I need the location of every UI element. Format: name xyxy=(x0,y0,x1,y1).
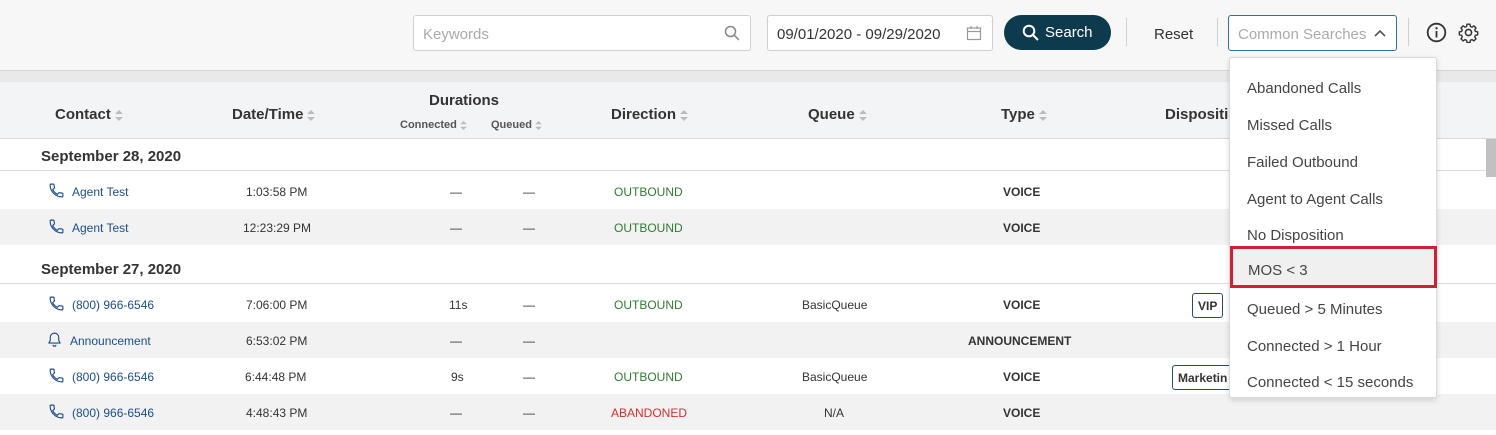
queue-cell: BasicQueue xyxy=(802,370,868,384)
type-cell: VOICE xyxy=(1003,185,1041,199)
header-direction[interactable]: Direction xyxy=(611,106,689,123)
direction-cell: OUTBOUND xyxy=(614,185,683,199)
type-cell: VOICE xyxy=(1003,221,1041,235)
sort-icon xyxy=(460,120,467,130)
chevron-up-icon xyxy=(1374,29,1386,37)
dropdown-item-highlighted[interactable]: MOS < 3 xyxy=(1230,246,1437,288)
header-queue[interactable]: Queue xyxy=(808,106,867,123)
dropdown-item[interactable]: Missed Calls xyxy=(1230,101,1436,137)
dropdown-item[interactable]: No Disposition xyxy=(1230,211,1436,247)
type-cell: ANNOUNCEMENT xyxy=(968,334,1072,348)
calendar-icon[interactable] xyxy=(966,25,982,41)
phone-icon xyxy=(49,219,64,234)
connected-cell: — xyxy=(450,185,462,199)
disposition-badge: VIP xyxy=(1192,293,1224,318)
type-cell: VOICE xyxy=(1003,406,1041,420)
time-cell: 4:48:43 PM xyxy=(246,406,308,420)
contact-link[interactable]: Agent Test xyxy=(49,219,128,235)
phone-icon xyxy=(49,368,64,383)
header-connected[interactable]: Connected xyxy=(400,119,467,131)
connected-cell: — xyxy=(450,221,462,235)
divider xyxy=(1408,18,1409,46)
header-type[interactable]: Type xyxy=(1001,106,1047,123)
common-searches-dropdown: Abandoned Calls Missed Calls Failed Outb… xyxy=(1229,57,1437,398)
table-row[interactable]: (800) 966-6546 4:48:43 PM — — ABANDONED … xyxy=(0,394,1496,430)
date-range-value: 09/01/2020 - 09/29/2020 xyxy=(777,26,941,43)
search-icon xyxy=(724,25,740,41)
info-icon[interactable] xyxy=(1426,22,1447,43)
header-queued[interactable]: Queued xyxy=(491,119,542,131)
divider xyxy=(1126,18,1127,46)
queued-cell: — xyxy=(523,370,535,384)
dropdown-item[interactable]: Failed Outbound xyxy=(1230,138,1436,174)
divider xyxy=(1217,18,1218,46)
time-cell: 7:06:00 PM xyxy=(246,298,308,312)
direction-cell: ABANDONED xyxy=(611,406,688,420)
sort-icon xyxy=(535,120,542,130)
common-searches-select[interactable]: Common Searches xyxy=(1228,15,1397,51)
direction-cell: OUTBOUND xyxy=(614,370,683,384)
sort-icon xyxy=(1038,109,1047,121)
phone-icon xyxy=(49,183,64,198)
queued-cell: — xyxy=(523,185,535,199)
header-disposition[interactable]: Dispositi xyxy=(1165,106,1228,123)
phone-icon xyxy=(49,404,64,419)
time-cell: 1:03:58 PM xyxy=(246,185,308,199)
queued-cell: — xyxy=(523,298,535,312)
gear-icon[interactable] xyxy=(1458,22,1479,43)
time-cell: 12:23:29 PM xyxy=(243,221,312,235)
queued-cell: — xyxy=(523,406,535,420)
dropdown-item[interactable]: Connected > 1 Hour xyxy=(1230,322,1436,358)
keywords-placeholder: Keywords xyxy=(423,26,489,43)
sort-icon xyxy=(680,109,689,121)
search-button-label: Search xyxy=(1045,24,1093,41)
queue-cell: N/A xyxy=(824,406,845,420)
connected-cell: — xyxy=(450,334,462,348)
dropdown-item[interactable]: Queued > 5 Minutes xyxy=(1230,285,1436,321)
connected-cell: 9s xyxy=(451,370,464,384)
connected-cell: 11s xyxy=(449,298,468,312)
contact-link[interactable]: Announcement xyxy=(48,332,151,348)
queued-cell: — xyxy=(523,221,535,235)
keywords-input[interactable]: Keywords xyxy=(413,15,751,51)
contact-link[interactable]: Agent Test xyxy=(49,183,128,199)
search-icon xyxy=(1022,24,1039,41)
header-datetime[interactable]: Date/Time xyxy=(232,106,316,123)
header-contact[interactable]: Contact xyxy=(55,106,123,123)
dropdown-item[interactable]: Abandoned Calls xyxy=(1230,64,1436,100)
scrollbar-thumb[interactable] xyxy=(1486,139,1496,177)
type-cell: VOICE xyxy=(1003,298,1041,312)
sort-icon xyxy=(307,109,316,121)
contact-link[interactable]: (800) 966-6546 xyxy=(49,404,154,420)
search-button[interactable]: Search xyxy=(1004,15,1111,50)
header-durations: Durations xyxy=(429,92,500,109)
time-cell: 6:44:48 PM xyxy=(245,370,307,384)
phone-icon xyxy=(49,296,64,311)
time-cell: 6:53:02 PM xyxy=(246,334,308,348)
connected-cell: — xyxy=(450,406,462,420)
type-cell: VOICE xyxy=(1003,370,1041,384)
queued-cell: — xyxy=(523,334,535,348)
sort-icon xyxy=(858,109,867,121)
reset-button[interactable]: Reset xyxy=(1154,26,1193,43)
contact-link[interactable]: (800) 966-6546 xyxy=(49,296,154,312)
common-searches-placeholder: Common Searches xyxy=(1238,26,1367,43)
direction-cell: OUTBOUND xyxy=(614,221,683,235)
direction-cell: OUTBOUND xyxy=(614,298,683,312)
sort-icon xyxy=(114,109,123,121)
contact-link[interactable]: (800) 966-6546 xyxy=(49,368,154,384)
dropdown-item[interactable]: Agent to Agent Calls xyxy=(1230,175,1436,211)
dropdown-item[interactable]: Connected < 15 seconds xyxy=(1230,358,1436,394)
disposition-badge: Marketin xyxy=(1172,365,1232,390)
date-range-input[interactable]: 09/01/2020 - 09/29/2020 xyxy=(767,15,993,51)
bell-icon xyxy=(48,332,61,347)
queue-cell: BasicQueue xyxy=(802,298,868,312)
